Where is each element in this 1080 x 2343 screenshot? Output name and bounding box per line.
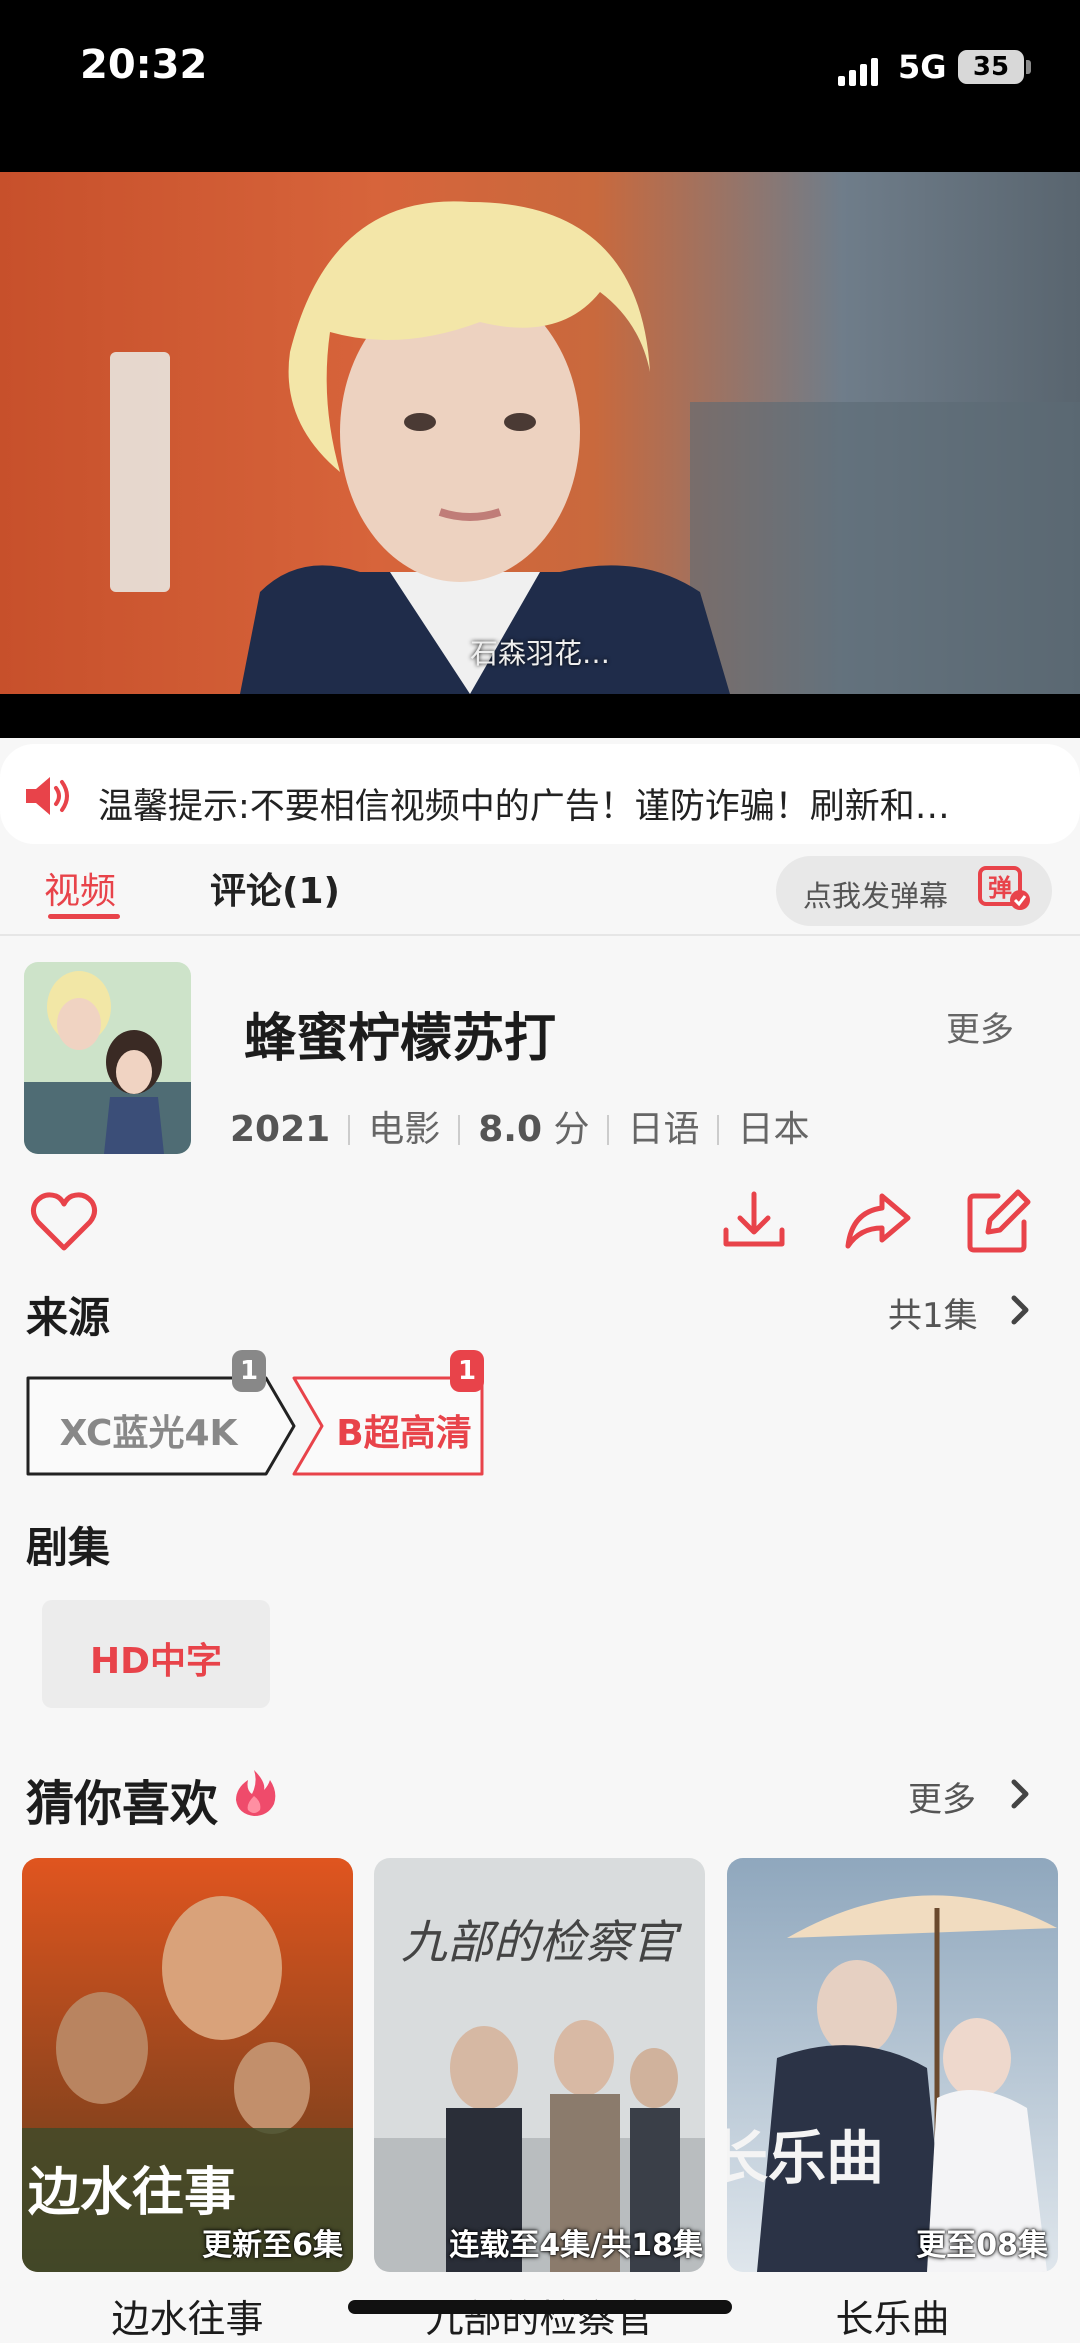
poster-overlay-title: 九部的检察官 — [401, 1915, 683, 1969]
battery-icon: 35 — [958, 50, 1024, 84]
video-subtitle: 石森羽花… — [469, 637, 610, 670]
edit-icon[interactable] — [962, 1186, 1034, 1258]
movie-meta: 2021 电影 8.0 分日语 日本 — [230, 1100, 810, 1152]
meta-separator — [607, 1115, 610, 1145]
chevron-right-icon[interactable] — [1006, 1776, 1034, 1812]
episode-status-badge: 更至08集 — [916, 2228, 1048, 2263]
recommend-card[interactable]: 边水往事 更新至6集 — [22, 1858, 353, 2272]
movie-language: 日语 — [627, 1109, 700, 1150]
tab-comments[interactable]: 评论(1) — [210, 862, 340, 914]
recommend-card-poster: 九部的检察官 — [374, 1858, 705, 2272]
source-title: 来源 — [26, 1293, 111, 1342]
meta-separator — [348, 1115, 351, 1145]
episode-count-link[interactable]: 共1集 — [888, 1288, 978, 1337]
recommend-card-poster: 边水往事 — [22, 1858, 353, 2272]
recommend-card-title[interactable]: 长乐曲 — [727, 2288, 1058, 2343]
tab-indicator — [48, 914, 120, 919]
movie-score: 8.0 — [478, 1109, 542, 1150]
source-badge: 1 — [232, 1350, 266, 1392]
tabs-divider — [0, 934, 1080, 936]
recommend-card[interactable]: 九部的检察官 连载至4集/共18集 — [374, 1858, 705, 2272]
episodes-title: 剧集 — [26, 1523, 111, 1572]
notice-text: 温馨提示:不要相信视频中的广告！谨防诈骗！刷新和… — [98, 787, 950, 827]
movie-score-unit: 分 — [553, 1109, 590, 1150]
movie-poster — [24, 962, 191, 1154]
movie-type: 电影 — [368, 1109, 441, 1150]
poster-overlay-title: 长乐曲 — [727, 2124, 884, 2192]
movie-title: 蜂蜜柠檬苏打 — [244, 1009, 557, 1069]
fire-icon — [236, 1770, 276, 1816]
movie-region: 日本 — [737, 1109, 810, 1150]
share-icon[interactable] — [842, 1186, 914, 1258]
meta-separator — [717, 1115, 720, 1145]
status-time: 20:32 — [80, 42, 208, 88]
movie-more-link[interactable]: 更多 — [946, 1002, 1014, 1051]
danmaku-icon-char: 弹 — [988, 874, 1012, 902]
tab-video[interactable]: 视频 — [44, 862, 116, 914]
network-label: 5G — [898, 48, 947, 86]
signal-icon — [838, 58, 878, 86]
episode-label: HD中字 — [89, 1641, 222, 1682]
chevron-right-icon[interactable] — [1006, 1292, 1034, 1328]
home-indicator[interactable] — [348, 2300, 732, 2314]
movie-year: 2021 — [230, 1109, 331, 1150]
video-frame — [110, 201, 1080, 694]
recommend-card-title[interactable]: 边水往事 — [22, 2288, 353, 2343]
episode-status-badge: 连载至4集/共18集 — [449, 2228, 703, 2263]
recommend-more-link[interactable]: 更多 — [908, 1772, 976, 1821]
send-danmaku-label: 点我发弹幕 — [803, 879, 949, 913]
episode-status-badge: 更新至6集 — [202, 2228, 343, 2263]
video-letterbox — [0, 694, 1080, 738]
recommend-card-title[interactable]: 九部的检察官 — [374, 2288, 705, 2343]
recommend-card-poster: 长乐曲 — [727, 1858, 1058, 2272]
source-tag-label: B超高清 — [336, 1413, 472, 1454]
download-icon[interactable] — [718, 1186, 790, 1258]
recommend-card[interactable]: 长乐曲 更至08集 — [727, 1858, 1058, 2272]
meta-separator — [458, 1115, 461, 1145]
recommend-title: 猜你喜欢 — [26, 1776, 219, 1832]
heart-icon[interactable] — [28, 1186, 100, 1258]
poster-overlay-title: 边水往事 — [28, 2163, 236, 2223]
danmaku-icon: 弹 — [978, 866, 1032, 912]
battery-tip — [1026, 60, 1031, 74]
video-player[interactable]: 石森羽花… — [0, 172, 1080, 694]
speaker-icon — [26, 777, 69, 815]
source-tag-label: XC蓝光4K — [59, 1413, 238, 1454]
source-badge: 1 — [450, 1350, 484, 1392]
